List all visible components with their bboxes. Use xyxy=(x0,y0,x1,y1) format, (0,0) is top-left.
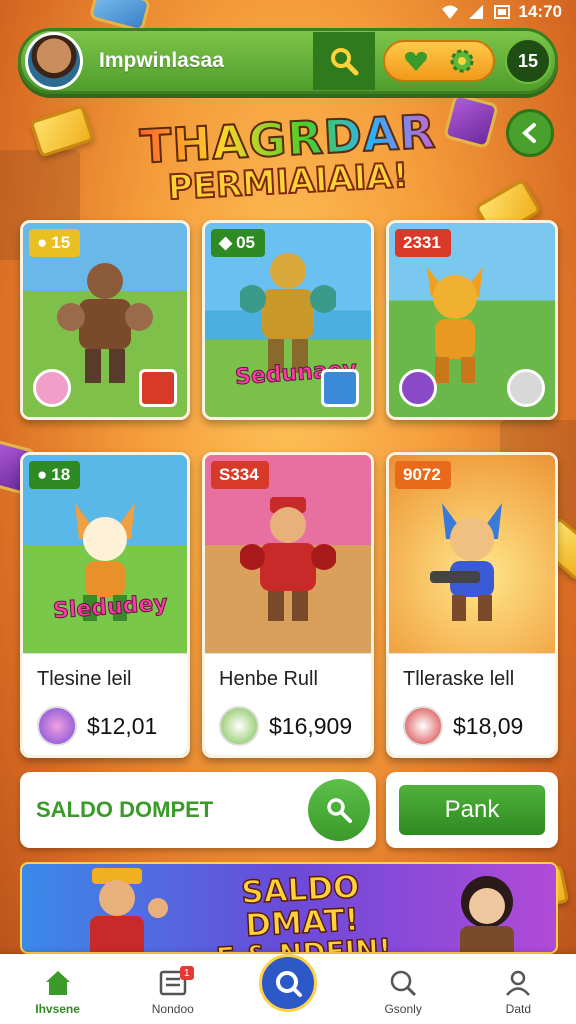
nav-item-home[interactable]: Ihvsene xyxy=(13,968,103,1016)
search-button[interactable] xyxy=(313,32,375,90)
character-illustration xyxy=(430,503,502,621)
tile-price: $16,909 xyxy=(269,712,353,739)
gear-icon xyxy=(450,49,474,73)
wallet-search-button[interactable] xyxy=(308,779,370,841)
card-badge xyxy=(33,369,71,407)
nav-label: Nondoo xyxy=(151,1002,194,1016)
game-tile[interactable]: S334 Henbe Rull $16,909 xyxy=(202,452,374,758)
top-header: Impwinlasaa 15 xyxy=(18,28,558,94)
wifi-icon xyxy=(441,5,458,19)
rank-button[interactable]: Pank xyxy=(399,785,545,835)
bottom-navigation: Ihvsene 1 Nondoo Gsonly Datd xyxy=(0,954,576,1024)
tile-info: Tlleraske lell $18,09 xyxy=(389,653,555,755)
tile-price: $12,01 xyxy=(87,712,158,739)
character-avatar-icon xyxy=(219,706,259,746)
shield-icon: ◆ xyxy=(219,233,233,252)
coin-icon: ● xyxy=(37,233,48,252)
username: Impwinlasaa xyxy=(99,49,224,72)
nav-label: Gsonly xyxy=(384,1002,422,1016)
card-tag: ● 18 xyxy=(29,461,81,489)
card-badge xyxy=(507,369,545,407)
avatar[interactable] xyxy=(25,32,83,90)
game-card[interactable]: ● 15 xyxy=(20,220,190,420)
coin-icon: ● xyxy=(37,465,48,484)
game-tile[interactable]: ● 18 Sledudey Tlesine leil $12,01 xyxy=(20,452,190,758)
banner-text: SALDO DMAT! F & NDEIN! xyxy=(180,868,425,952)
search-icon xyxy=(331,48,359,76)
nav-label: Datd xyxy=(505,1002,532,1016)
nav-item-center[interactable] xyxy=(243,954,333,1016)
character-illustration xyxy=(57,263,153,383)
game-card[interactable]: ◆ 05 Sedunaey xyxy=(202,220,374,420)
nav-item-search[interactable]: Gsonly xyxy=(358,968,448,1016)
rank-panel: Pank xyxy=(386,772,558,848)
search-icon xyxy=(275,971,302,997)
gold-coin-decoration xyxy=(29,104,95,158)
chevron-left-icon xyxy=(521,123,536,143)
game-title: THAGRDAR PERMIAIAIA! xyxy=(120,103,456,209)
tile-name: Tlleraske lell xyxy=(403,668,515,690)
wallet-label: SALDO DOMPET xyxy=(36,797,214,822)
heart-icon xyxy=(405,51,427,71)
currency-pill[interactable] xyxy=(383,40,495,82)
user-icon xyxy=(506,970,531,996)
signal-icon xyxy=(468,5,483,19)
game-tile[interactable]: 9072 Tlleraske lell $18,09 xyxy=(386,452,558,758)
tile-info: Tlesine leil $12,01 xyxy=(23,653,187,755)
wallet-balance-field[interactable]: SALDO DOMPET xyxy=(20,772,376,848)
nav-item-profile[interactable]: Datd xyxy=(473,968,563,1016)
center-action-button[interactable] xyxy=(258,954,317,1012)
nav-label: Ihvsene xyxy=(35,1002,80,1016)
character-avatar-icon xyxy=(37,706,77,746)
tile-info: Henbe Rull $16,909 xyxy=(205,653,371,755)
card-badge xyxy=(399,369,437,407)
character-avatar-icon xyxy=(403,706,443,746)
card-badge xyxy=(139,369,177,407)
magnifier-icon xyxy=(390,970,417,997)
character-illustration xyxy=(90,868,168,952)
player-level-badge[interactable]: 15 xyxy=(505,38,551,84)
status-time: 14:70 xyxy=(518,2,562,21)
promo-banner[interactable]: SALDO DMAT! F & NDEIN! xyxy=(20,862,558,954)
battery-icon xyxy=(493,5,510,19)
tile-name: Henbe Rull xyxy=(219,668,318,690)
notification-badge: 1 xyxy=(179,966,194,980)
card-tag: 2331 xyxy=(395,229,451,257)
card-tag: 9072 xyxy=(395,461,451,489)
game-card[interactable]: 2331 xyxy=(386,220,558,420)
card-tag: S334 xyxy=(211,461,269,489)
back-button[interactable] xyxy=(506,109,554,157)
card-tag: ● 15 xyxy=(29,229,81,257)
tile-name: Tlesine leil xyxy=(37,668,132,690)
status-bar: 14:70 xyxy=(0,0,576,24)
character-illustration xyxy=(240,497,336,621)
tile-price: $18,09 xyxy=(453,712,524,739)
search-icon xyxy=(327,798,352,823)
character-illustration xyxy=(427,267,484,383)
card-badge xyxy=(321,369,359,407)
home-icon xyxy=(45,971,70,995)
nav-item-news[interactable]: 1 Nondoo xyxy=(128,966,218,1016)
character-illustration xyxy=(460,876,514,952)
character-illustration xyxy=(240,253,336,373)
